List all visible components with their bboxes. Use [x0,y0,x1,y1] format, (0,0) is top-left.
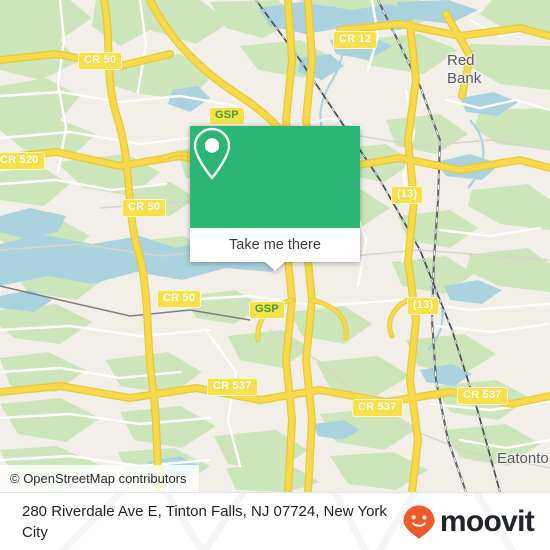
moovit-logo[interactable]: moovit [402,504,535,540]
place-label-line2: Bank [447,70,482,87]
map-canvas[interactable]: CR 50 CR 12 GSP CR 520 CR 50 (13) CR 50 GSP (13)… [0,0,550,492]
popup-pointer-tail [264,261,286,271]
moovit-pin-icon [403,505,435,538]
place-label-0: Red Bank [447,52,481,88]
map-screen: CR 50 CR 12 GSP CR 520 CR 50 (13) CR 50 GSP (13)… [0,0,550,550]
road-shield-9: CR 537 [207,378,258,396]
osm-attribution[interactable]: © OpenStreetMap contributors [0,465,199,492]
location-popup-card[interactable]: Take me there [190,126,360,271]
place-label-line1: Eatonto [497,450,549,467]
road-shield-6: CR 50 [157,290,202,308]
road-shield-0: CR 50 [78,52,123,70]
road-shield-8: (13) [407,297,440,315]
road-shield-2: GSP [209,107,245,125]
road-shield-5: (13) [391,186,424,204]
road-shield-4: CR 50 [122,199,167,217]
moovit-wordmark: moovit [439,504,535,538]
place-label-line1: Red [447,52,475,69]
road-shield-10: CR 537 [352,399,403,417]
road-shield-7: GSP [249,301,285,319]
address-text: 280 Riverdale Ave E, Tinton Falls, NJ 07… [22,502,387,541]
road-shield-1: CR 12 [333,31,378,49]
take-me-there-button[interactable]: Take me there [190,228,360,271]
road-shield-11: CR 537 [457,387,508,405]
place-label-1: Eatonto [497,450,549,467]
take-me-there-label: Take me there [229,237,321,253]
road-shield-3: CR 520 [0,152,45,170]
popup-header [190,126,360,228]
footer-bar: 280 Riverdale Ave E, Tinton Falls, NJ 07… [0,492,550,550]
map-pin-icon [193,127,231,180]
osm-attribution-text: © OpenStreetMap contributors [10,471,187,486]
